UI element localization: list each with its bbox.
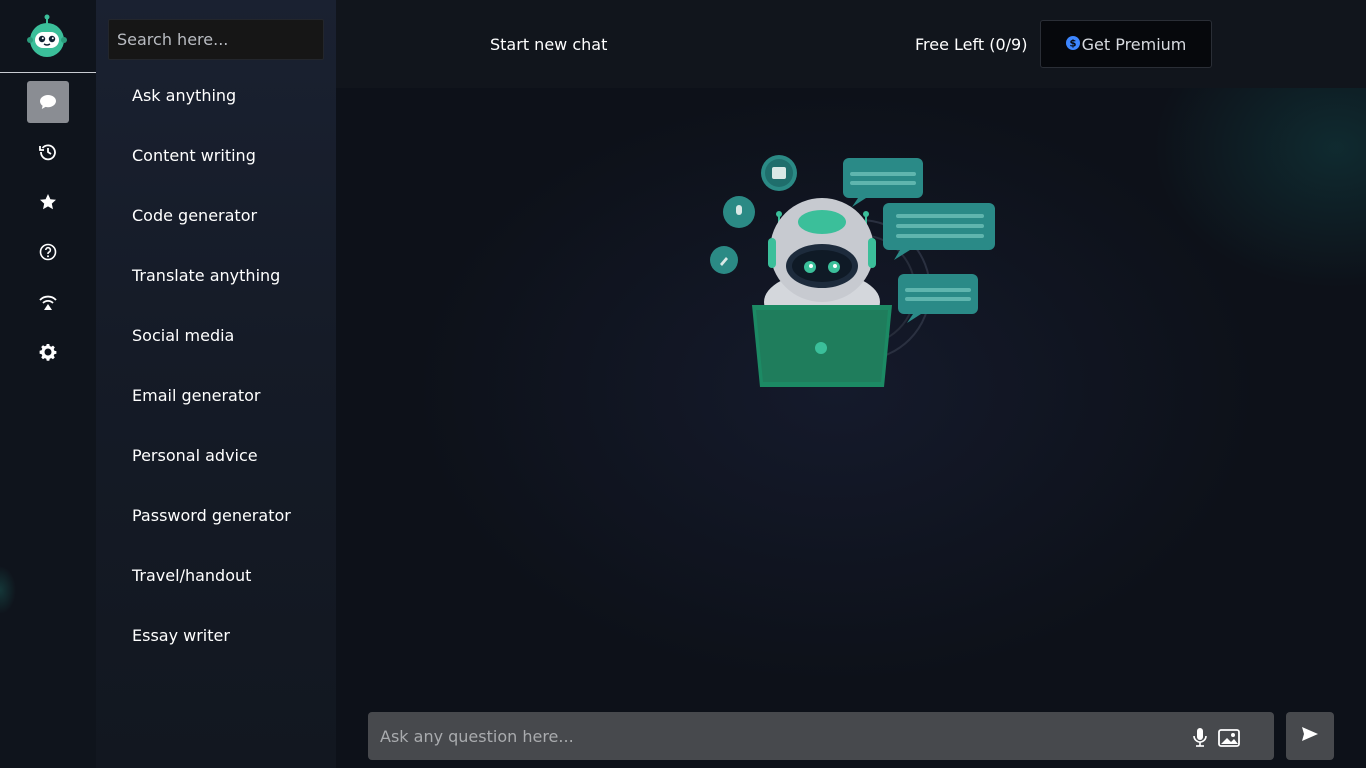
nav-chat-button[interactable]: [27, 81, 69, 123]
microphone-icon[interactable]: [1188, 726, 1212, 748]
category-translate-anything[interactable]: Translate anything: [132, 266, 280, 285]
category-password-generator[interactable]: Password generator: [132, 506, 291, 525]
category-code-generator[interactable]: Code generator: [132, 206, 257, 225]
category-panel: Ask anything Content writing Code genera…: [96, 0, 336, 768]
image-upload-icon[interactable]: [1216, 726, 1242, 748]
help-icon: [39, 243, 57, 261]
get-premium-button[interactable]: $ Get Premium: [1040, 20, 1212, 68]
ask-input[interactable]: [368, 712, 1168, 760]
nav-history-button[interactable]: [27, 131, 69, 173]
send-button[interactable]: [1286, 712, 1334, 760]
nav-settings-button[interactable]: [27, 331, 69, 373]
send-icon: [1301, 726, 1319, 746]
nav-broadcast-button[interactable]: [27, 281, 69, 323]
get-premium-label: Get Premium: [1081, 34, 1187, 54]
header-bar: Start new chat Free Left (0/9) $ Get Pre…: [336, 0, 1366, 88]
history-icon: [39, 143, 57, 161]
rail-divider: [0, 72, 96, 73]
search-input[interactable]: [108, 19, 324, 60]
chat-icon: [39, 94, 57, 110]
category-travel-handout[interactable]: Travel/handout: [132, 566, 251, 585]
broadcast-icon: [39, 293, 57, 311]
decorative-moon: [1336, 88, 1366, 128]
star-icon: [39, 193, 57, 211]
svg-text:$: $: [1069, 38, 1076, 49]
composer: [368, 712, 1274, 760]
category-social-media[interactable]: Social media: [132, 326, 234, 345]
decorative-glow: [0, 560, 30, 620]
free-left-counter: Free Left (0/9): [915, 35, 1028, 54]
category-ask-anything[interactable]: Ask anything: [132, 86, 236, 105]
icon-rail: [0, 0, 96, 768]
category-content-writing[interactable]: Content writing: [132, 146, 256, 165]
gear-icon: [39, 343, 57, 361]
robot-with-laptop-illustration: [700, 150, 1000, 395]
category-email-generator[interactable]: Email generator: [132, 386, 260, 405]
category-personal-advice[interactable]: Personal advice: [132, 446, 258, 465]
start-new-chat-button[interactable]: Start new chat: [490, 35, 607, 54]
category-essay-writer[interactable]: Essay writer: [132, 626, 230, 645]
nav-favorites-button[interactable]: [27, 181, 69, 223]
robot-logo-icon[interactable]: [27, 14, 67, 58]
dollar-coin-icon: $: [1065, 35, 1080, 54]
nav-help-button[interactable]: [27, 231, 69, 273]
